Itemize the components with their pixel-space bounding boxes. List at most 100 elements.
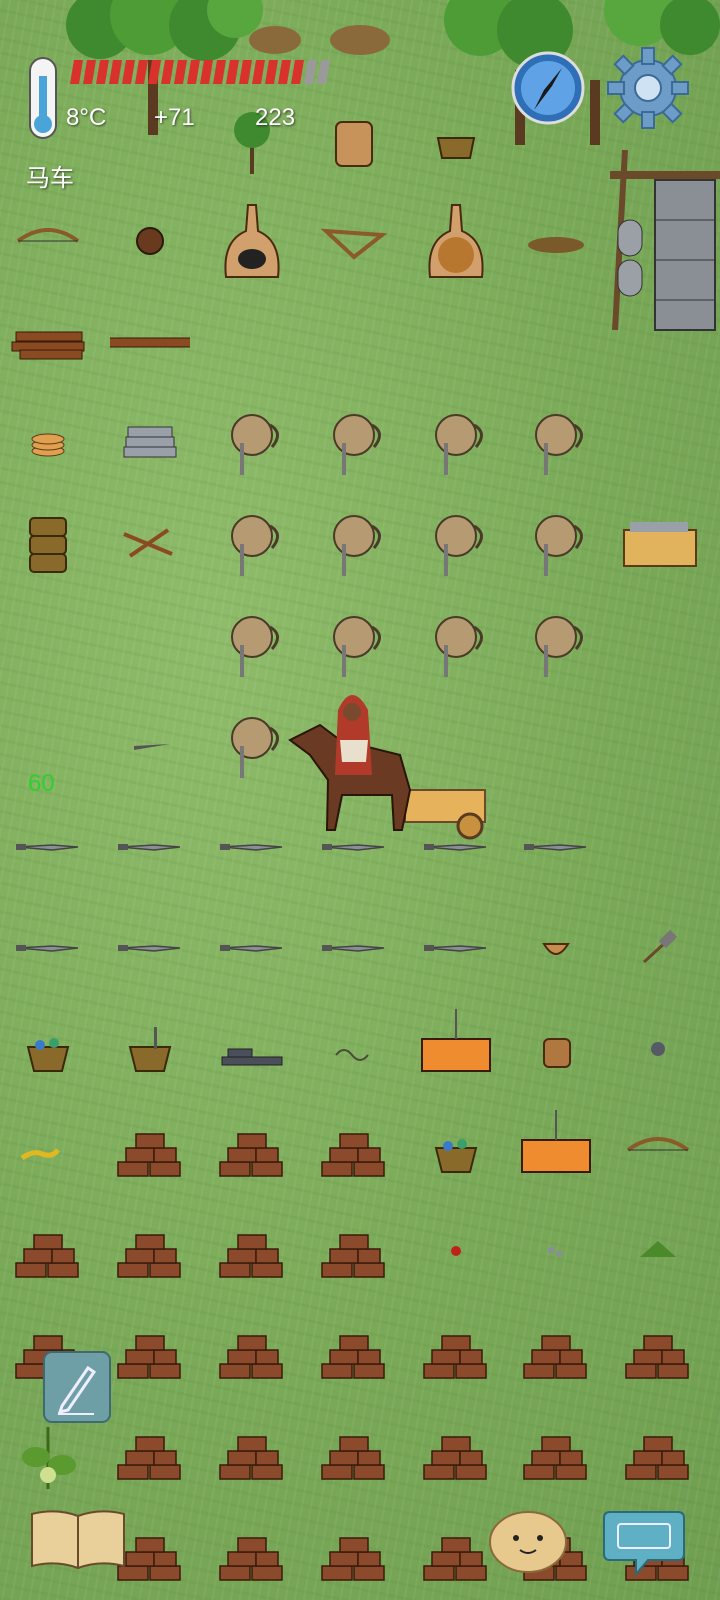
knife-icon[interactable] bbox=[110, 807, 190, 887]
adobe-bricks-icon[interactable] bbox=[516, 1312, 596, 1392]
adobe-bricks-icon[interactable] bbox=[110, 1312, 190, 1392]
kiln-icon[interactable] bbox=[212, 201, 292, 281]
held-object-label: 马车 bbox=[26, 165, 74, 192]
leaf-pile-icon[interactable] bbox=[618, 1211, 698, 1291]
kindling-icon[interactable] bbox=[516, 201, 596, 281]
adobe-bricks-icon[interactable] bbox=[416, 1514, 496, 1594]
player-on-horse-cart[interactable] bbox=[280, 680, 500, 840]
knife-icon[interactable] bbox=[8, 807, 88, 887]
sheep-pelt-icon[interactable] bbox=[314, 403, 394, 483]
bowl-icon[interactable] bbox=[516, 908, 596, 988]
small-blade-icon[interactable] bbox=[110, 706, 190, 786]
sheep-pelt-icon[interactable] bbox=[416, 403, 496, 483]
adobe-bricks-icon[interactable] bbox=[212, 1514, 292, 1594]
hay-pile-icon bbox=[249, 25, 390, 55]
plates-icon[interactable] bbox=[8, 403, 88, 483]
knife-icon[interactable] bbox=[516, 807, 596, 887]
food-meter-segment bbox=[265, 60, 278, 84]
newcomen-engine-icon[interactable] bbox=[416, 1009, 496, 1089]
crock-icon[interactable] bbox=[516, 1009, 596, 1089]
potato-face-icon[interactable] bbox=[488, 1508, 568, 1574]
keyboard-chat-icon[interactable] bbox=[602, 1508, 686, 1580]
newcomen-tower[interactable] bbox=[590, 140, 720, 340]
basket-icon[interactable] bbox=[416, 100, 496, 180]
adobe-bricks-icon[interactable] bbox=[314, 1312, 394, 1392]
knife-icon[interactable] bbox=[416, 908, 496, 988]
clay-crock-icon[interactable] bbox=[314, 100, 394, 180]
adobe-bricks-icon[interactable] bbox=[212, 1312, 292, 1392]
sheep-pelt-icon[interactable] bbox=[516, 403, 596, 483]
knife-icon[interactable] bbox=[8, 908, 88, 988]
sheep-pelt-icon[interactable] bbox=[314, 605, 394, 685]
bow-icon[interactable] bbox=[618, 1110, 698, 1190]
adobe-bricks-icon[interactable] bbox=[314, 1110, 394, 1190]
sheep-pelt-icon[interactable] bbox=[416, 504, 496, 584]
adobe-bricks-icon[interactable] bbox=[314, 1413, 394, 1493]
sheep-pelt-icon[interactable] bbox=[212, 605, 292, 685]
knife-icon[interactable] bbox=[212, 908, 292, 988]
food-meter-segment bbox=[109, 60, 122, 84]
hammer-icon[interactable] bbox=[618, 908, 698, 988]
food-meter-segment bbox=[174, 60, 187, 84]
food-meter-segment bbox=[96, 60, 109, 84]
newcomen-engine-icon[interactable] bbox=[516, 1110, 596, 1190]
sheep-pelt-icon[interactable] bbox=[416, 605, 496, 685]
yum-count-readout: 223 bbox=[255, 104, 296, 131]
food-meter-segment bbox=[122, 60, 135, 84]
food-meter-segment bbox=[278, 60, 291, 84]
compass-icon[interactable] bbox=[510, 50, 586, 126]
adobe-bricks-icon[interactable] bbox=[110, 1211, 190, 1291]
age-marker: 60 bbox=[28, 770, 55, 797]
stone-ball-icon[interactable] bbox=[618, 1009, 698, 1089]
adobe-bricks-icon[interactable] bbox=[110, 1413, 190, 1493]
sheep-pelt-icon[interactable] bbox=[314, 504, 394, 584]
yellow-worm-icon[interactable] bbox=[8, 1110, 88, 1190]
food-meter-segment bbox=[70, 60, 83, 84]
flat-stones-icon[interactable] bbox=[110, 403, 190, 483]
food-meter-segment bbox=[239, 60, 252, 84]
adobe-bricks-icon[interactable] bbox=[110, 1110, 190, 1190]
tool-basket-icon[interactable] bbox=[110, 1009, 190, 1089]
adobe-bricks-icon[interactable] bbox=[314, 1514, 394, 1594]
bow-icon[interactable] bbox=[8, 201, 88, 281]
knife-icon[interactable] bbox=[314, 908, 394, 988]
adobe-bricks-icon[interactable] bbox=[618, 1312, 698, 1392]
adobe-bricks-icon[interactable] bbox=[416, 1312, 496, 1392]
bow-drill-icon[interactable] bbox=[314, 201, 394, 281]
adobe-bricks-icon[interactable] bbox=[212, 1211, 292, 1291]
red-berry-icon[interactable] bbox=[416, 1211, 496, 1291]
gear-icon[interactable] bbox=[606, 46, 690, 130]
wood-crate-icon[interactable] bbox=[618, 504, 698, 584]
food-meter-segment bbox=[226, 60, 239, 84]
book-icon[interactable] bbox=[28, 1508, 128, 1570]
sheep-pelt-icon[interactable] bbox=[516, 605, 596, 685]
adobe-bricks-icon[interactable] bbox=[212, 1110, 292, 1190]
steel-ingots-icon[interactable] bbox=[212, 1009, 292, 1089]
adobe-bricks-icon[interactable] bbox=[314, 1211, 394, 1291]
knife-icon[interactable] bbox=[110, 908, 190, 988]
crossed-sticks-icon[interactable] bbox=[110, 504, 190, 584]
adobe-bricks-icon[interactable] bbox=[212, 1413, 292, 1493]
adobe-bricks-icon[interactable] bbox=[516, 1413, 596, 1493]
adobe-bricks-icon[interactable] bbox=[416, 1413, 496, 1493]
adobe-bricks-icon[interactable] bbox=[618, 1413, 698, 1493]
long-shaft-icon[interactable] bbox=[110, 302, 190, 382]
pencil-note-icon[interactable] bbox=[42, 1350, 112, 1424]
flint-chips-icon[interactable] bbox=[516, 1211, 596, 1291]
rope-icon[interactable] bbox=[314, 1009, 394, 1089]
sheep-pelt-icon[interactable] bbox=[212, 403, 292, 483]
sheep-pelt-icon[interactable] bbox=[516, 504, 596, 584]
firewood-icon[interactable] bbox=[8, 302, 88, 382]
berry-basket-icon[interactable] bbox=[8, 1009, 88, 1089]
adobe-bricks-icon[interactable] bbox=[8, 1211, 88, 1291]
stacked-baskets-icon[interactable] bbox=[8, 504, 88, 584]
food-meter-segment bbox=[161, 60, 174, 84]
food-meter bbox=[66, 58, 334, 86]
food-meter-segment bbox=[291, 60, 304, 84]
berry-basket-icon[interactable] bbox=[416, 1110, 496, 1190]
kiln-clay-icon[interactable] bbox=[416, 201, 496, 281]
squash-plant-icon[interactable] bbox=[8, 1413, 88, 1493]
temperature-readout: 8°C bbox=[66, 104, 107, 131]
burdock-icon[interactable] bbox=[110, 201, 190, 281]
sheep-pelt-icon[interactable] bbox=[212, 504, 292, 584]
